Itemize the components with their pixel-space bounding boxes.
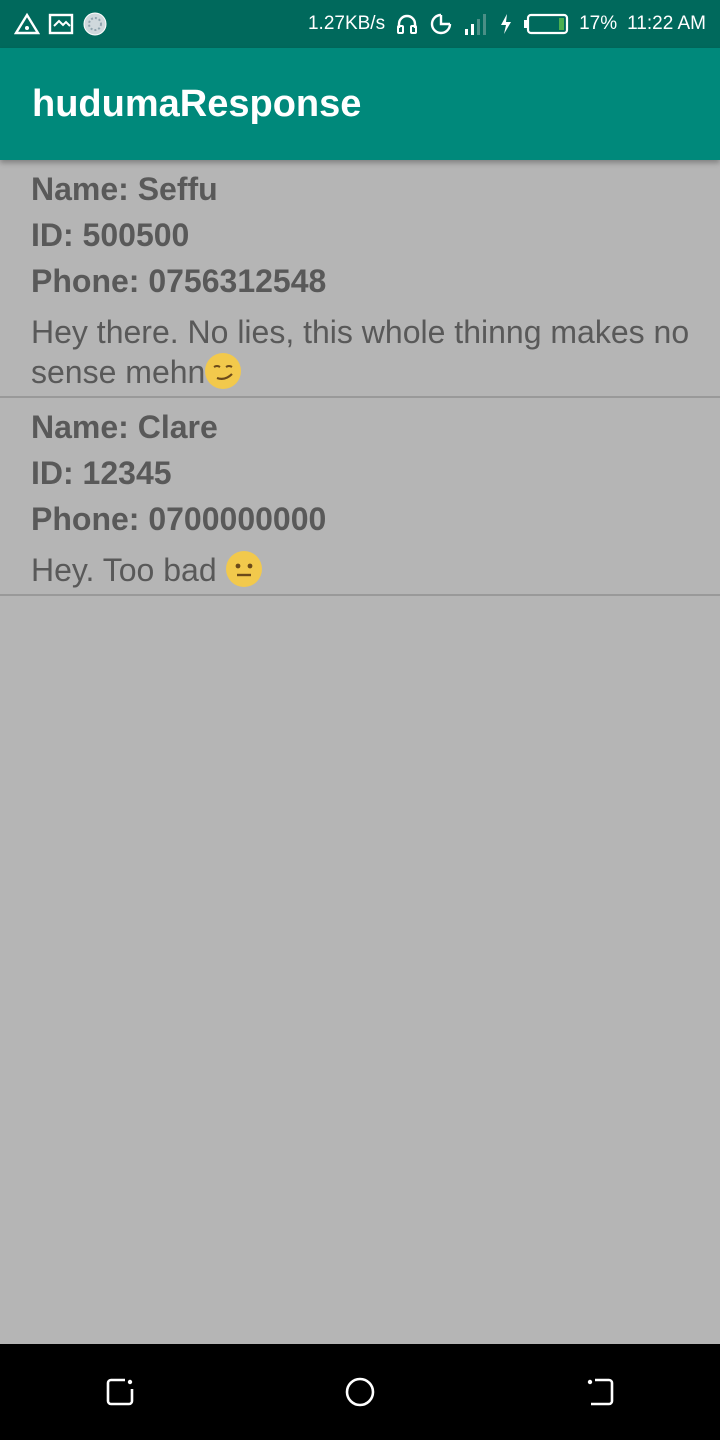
status-bar: 1.27KB/s 17% 11:22 AM: [0, 0, 720, 48]
recent-apps-button[interactable]: [80, 1352, 160, 1432]
response-list[interactable]: Name: Seffu ID: 500500 Phone: 0756312548…: [0, 160, 720, 596]
back-button[interactable]: [560, 1352, 640, 1432]
back-icon: [587, 1378, 614, 1406]
data-saver-icon: [429, 12, 453, 36]
response-message: Hey. Too bad: [31, 552, 226, 588]
battery-percent: 17%: [579, 13, 618, 34]
app-bar: hudumaResponse: [0, 48, 720, 160]
smirking-face-emoji: [205, 353, 242, 389]
recent-apps-icon: [106, 1378, 134, 1406]
list-item[interactable]: Name: Seffu ID: 500500 Phone: 0756312548…: [0, 160, 720, 398]
app-notification-icon: [82, 11, 108, 37]
response-message-row: Hey there. No lies, this whole thinng ma…: [31, 312, 720, 392]
home-button[interactable]: [320, 1352, 400, 1432]
response-phone: Phone: 0756312548: [31, 263, 327, 299]
battery-icon: [523, 13, 569, 35]
response-message: Hey there. No lies, this whole thinng ma…: [31, 314, 690, 390]
response-id: ID: 12345: [31, 455, 172, 491]
status-bar-left: [14, 11, 108, 37]
status-bar-right: 1.27KB/s 17% 11:22 AM: [308, 11, 706, 37]
response-name: Name: Clare: [31, 409, 218, 445]
screen-cast-icon: [48, 12, 74, 36]
alert-triangle-icon: [14, 12, 40, 36]
neutral-face-emoji: [225, 551, 262, 587]
response-phone: Phone: 0700000000: [31, 501, 327, 537]
home-icon: [345, 1377, 375, 1407]
response-id: ID: 500500: [31, 217, 190, 253]
signal-icon: [463, 11, 489, 37]
charging-icon: [499, 13, 513, 35]
net-speed: 1.27KB/s: [307, 13, 386, 34]
response-message-row: Hey. Too bad: [31, 550, 720, 590]
app-title: hudumaResponse: [32, 82, 362, 125]
list-item[interactable]: Name: Clare ID: 12345 Phone: 0700000000 …: [0, 398, 720, 596]
clock: 11:22 AM: [627, 13, 706, 34]
response-name: Name: Seffu: [31, 171, 218, 207]
navigation-bar: [0, 1344, 720, 1440]
headphones-icon: [395, 12, 419, 36]
